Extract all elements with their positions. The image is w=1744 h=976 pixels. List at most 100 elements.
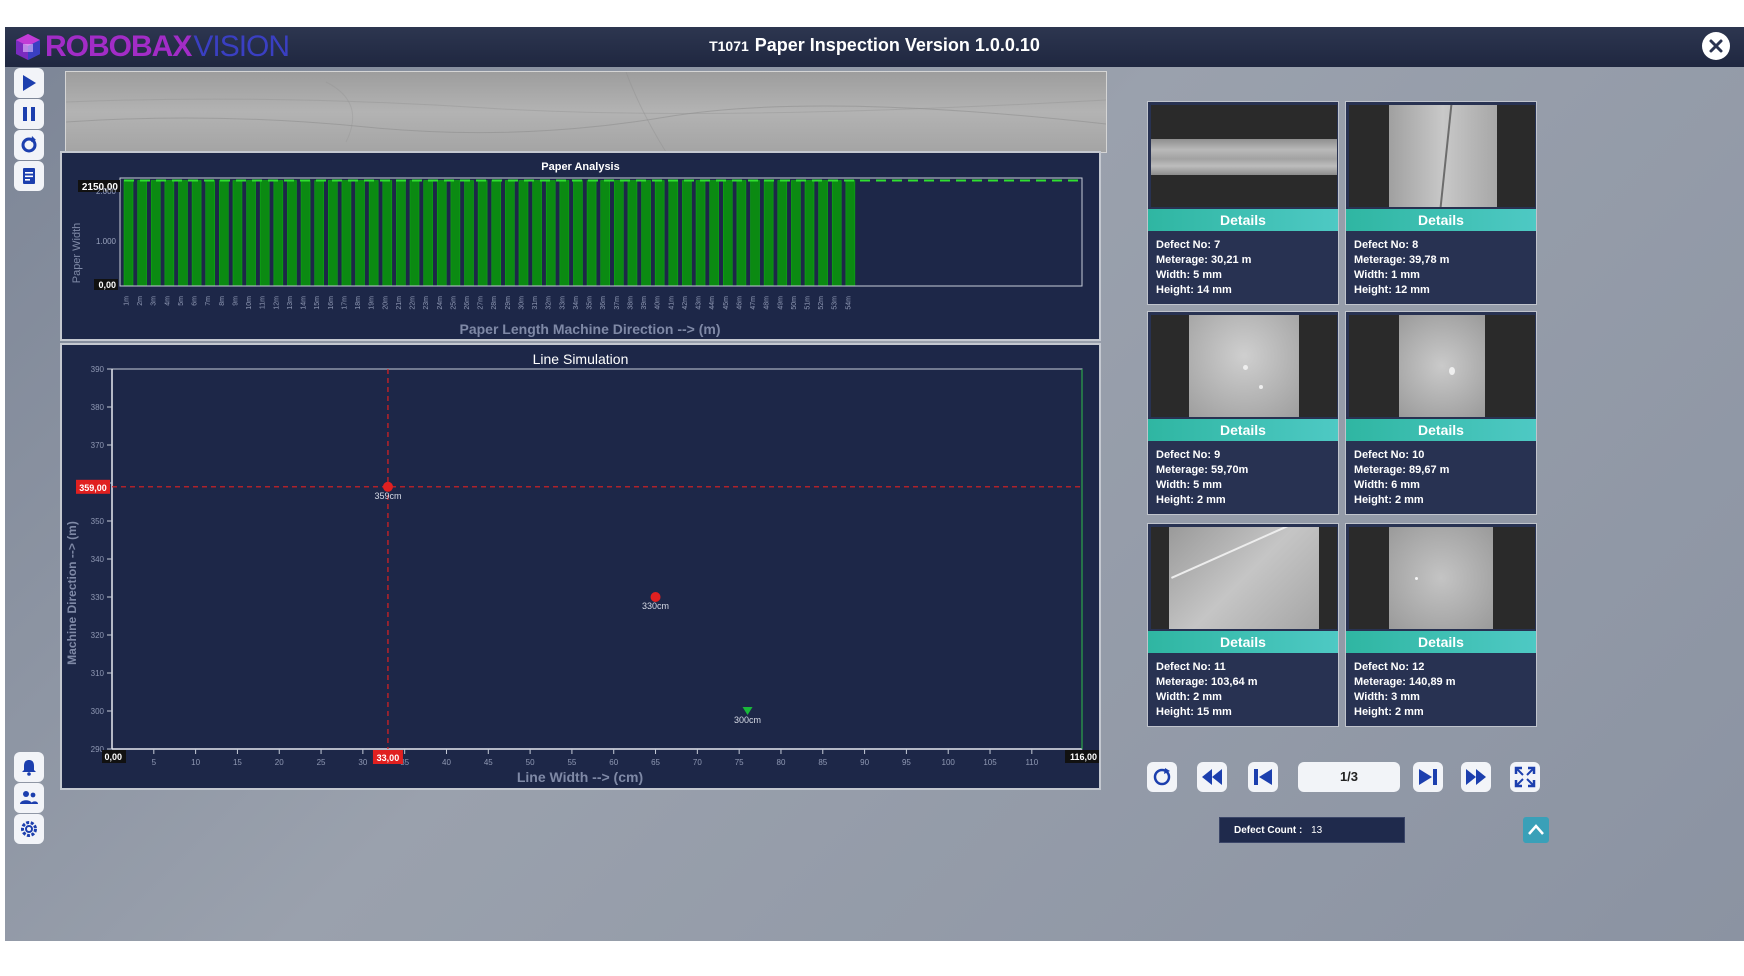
fullscreen-button[interactable]: [1510, 762, 1540, 792]
close-button[interactable]: [1702, 32, 1730, 60]
app-title: Paper Inspection Version 1.0.0.10: [754, 35, 1040, 55]
x-tick-label: 50m: [791, 296, 798, 310]
x-tick-label: 80: [777, 758, 786, 767]
bar: [450, 180, 461, 287]
details-button[interactable]: Details: [1148, 209, 1338, 231]
x-tick-label: 70: [693, 758, 702, 767]
defect-card: Details Defect No: 9 Meterage: 59,70m Width…: [1147, 311, 1339, 515]
y-tick-label: 340: [91, 555, 105, 564]
x-tick-label: 95: [902, 758, 911, 767]
defect-thumbnail[interactable]: [1349, 105, 1535, 207]
defect-thumbnail[interactable]: [1349, 315, 1535, 417]
app-window: ROBOBAX VISION T1071 Paper Inspection Ver…: [5, 27, 1744, 941]
x-tick-label: 40m: [655, 296, 662, 310]
details-button[interactable]: Details: [1148, 419, 1338, 441]
defect-thumbnail[interactable]: [1151, 527, 1337, 629]
defect-info: Defect No: 7 Meterage: 30,21 m Width: 5 mm…: [1156, 238, 1251, 298]
cursor-x-label: 33,00: [377, 753, 400, 763]
x-tick-label: 16m: [328, 296, 335, 310]
bar: [695, 180, 706, 287]
width-label: Width:: [1354, 269, 1389, 281]
defect-info: Defect No: 10 Meterage: 89,67 m Width: 6 m…: [1354, 448, 1449, 508]
meterage-value: 140,89 m: [1409, 676, 1456, 688]
height-value: 12 mm: [1394, 284, 1430, 296]
bar: [368, 180, 379, 287]
bar: [709, 180, 719, 287]
defect-card: Details Defect No: 10 Meterage: 89,67 m Wid…: [1345, 311, 1537, 515]
play-button[interactable]: [14, 68, 44, 98]
users-button[interactable]: [14, 783, 44, 813]
bar: [736, 180, 747, 287]
title-bar: ROBOBAX VISION T1071 Paper Inspection Ver…: [5, 27, 1744, 67]
bar: [137, 180, 147, 287]
paper-analysis-xlabel: Paper Length Machine Direction --> (m): [460, 321, 721, 337]
height-value: 2 mm: [1394, 494, 1424, 506]
refresh-button[interactable]: [14, 130, 44, 160]
alarm-button[interactable]: [14, 752, 44, 782]
first-page-button[interactable]: [1248, 762, 1278, 792]
x-tick-label: 43m: [696, 296, 703, 310]
details-button[interactable]: Details: [1148, 631, 1338, 653]
bar: [559, 180, 570, 287]
bar: [532, 180, 542, 287]
bar: [191, 180, 202, 287]
defect-card: Details Defect No: 11 Meterage: 103,64 m Wi…: [1147, 523, 1339, 727]
chevron-up-icon: [1528, 824, 1544, 835]
x-tick-label: 15m: [314, 296, 321, 310]
x-tick-label: 32m: [546, 296, 553, 310]
pause-button[interactable]: [14, 99, 44, 129]
x-tick-label: 50: [526, 758, 535, 767]
y-tick-label: 380: [91, 403, 105, 412]
details-button[interactable]: Details: [1346, 631, 1536, 653]
y-tick-label: 330: [91, 593, 105, 602]
meterage-label: Meterage:: [1354, 254, 1406, 266]
bar: [287, 180, 297, 287]
x-tick-label: 12m: [273, 296, 280, 310]
bar: [246, 180, 256, 287]
window-title: T1071 Paper Inspection Version 1.0.0.10: [5, 35, 1744, 56]
x-tick-label: 40: [442, 758, 451, 767]
x-tick-label: 30: [358, 758, 367, 767]
refresh-icon: [1153, 768, 1171, 786]
defect-point[interactable]: [742, 707, 753, 715]
meterage-label: Meterage:: [1156, 254, 1208, 266]
x-tick-label: 7m: [205, 296, 212, 306]
details-button[interactable]: Details: [1346, 209, 1536, 231]
x-tick-label: 31m: [532, 296, 539, 310]
bar: [818, 180, 828, 287]
x-tick-label: 1m: [124, 296, 131, 306]
settings-button[interactable]: [14, 814, 44, 844]
defect-info: Defect No: 12 Meterage: 140,89 m Width: 3 …: [1354, 660, 1456, 720]
x-tick-label: 19m: [369, 296, 376, 310]
line-simulation-chart: 290300310320330340350360370380390 510152…: [65, 365, 1099, 785]
fast-forward-button[interactable]: [1461, 762, 1491, 792]
scroll-up-button[interactable]: [1523, 817, 1549, 843]
bar: [341, 180, 352, 287]
width-label: Width:: [1156, 691, 1191, 703]
defect-no-label: Defect No:: [1354, 449, 1410, 461]
height-label: Height:: [1354, 706, 1392, 718]
defect-thumbnail[interactable]: [1349, 527, 1535, 629]
last-page-button[interactable]: [1413, 762, 1443, 792]
x-tick-label: 2m: [137, 296, 144, 306]
x-tick-label: 30m: [518, 296, 525, 310]
page-indicator: 1/3: [1298, 762, 1400, 792]
width-value: 5 mm: [1193, 269, 1222, 281]
x-tick-label: 4m: [164, 296, 171, 306]
meterage-value: 30,21 m: [1211, 254, 1252, 266]
defect-thumbnail[interactable]: [1151, 105, 1337, 207]
rewind-button[interactable]: [1197, 762, 1227, 792]
defect-thumbnail[interactable]: [1151, 315, 1337, 417]
height-label: Height:: [1156, 706, 1194, 718]
x-tick-label: 20: [275, 758, 284, 767]
height-label: Height:: [1156, 494, 1194, 506]
report-button[interactable]: [14, 161, 44, 191]
bar: [545, 180, 556, 287]
bar: [273, 180, 284, 287]
bar: [436, 180, 447, 287]
point-label: 300cm: [734, 715, 761, 725]
meterage-value: 89,67 m: [1409, 464, 1450, 476]
bar: [355, 180, 365, 287]
details-button[interactable]: Details: [1346, 419, 1536, 441]
reload-defects-button[interactable]: [1147, 762, 1177, 792]
